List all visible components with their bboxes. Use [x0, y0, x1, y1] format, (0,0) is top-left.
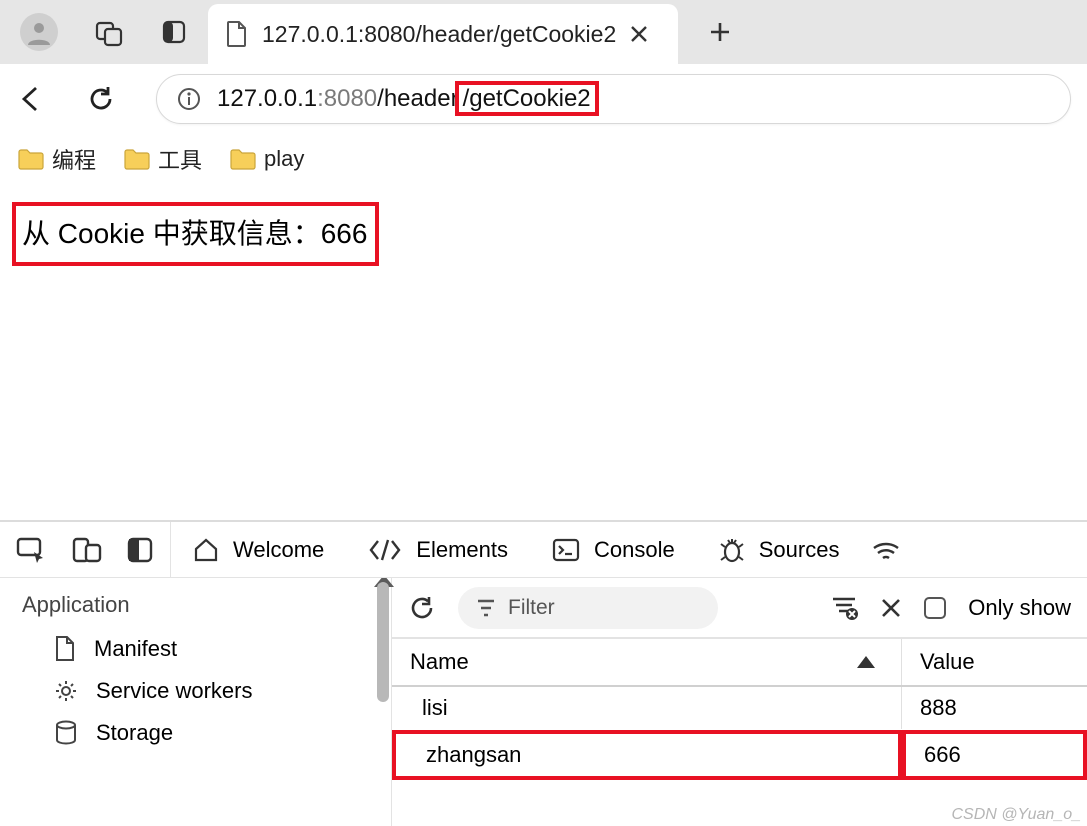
- refresh-cookies-button[interactable]: [408, 594, 436, 622]
- url-port: :8080: [317, 85, 377, 112]
- devtools-tab-welcome[interactable]: Welcome: [171, 522, 346, 577]
- url-path2-highlight: /getCookie2: [455, 81, 599, 116]
- devtools-sidebar: Application Manifest Service workers Sto…: [0, 578, 392, 826]
- tab-label: Console: [594, 537, 675, 563]
- tab-label: Welcome: [233, 537, 324, 563]
- scrollbar-thumb[interactable]: [377, 582, 389, 702]
- console-icon: [552, 538, 580, 562]
- new-tab-area: [678, 0, 1087, 64]
- cookies-toolbar: Filter Only show: [392, 578, 1087, 638]
- browser-titlebar: 127.0.0.1:8080/header/getCookie2: [0, 0, 1087, 64]
- inspect-icon[interactable]: [16, 536, 48, 564]
- devtools-tab-more[interactable]: [861, 522, 923, 577]
- url-text: 127.0.0.1:8080/header/getCookie2: [217, 85, 599, 113]
- table-row[interactable]: lisi 888: [392, 687, 1087, 730]
- bookmark-label: 编程: [52, 143, 96, 175]
- watermark: CSDN @Yuan_o_: [952, 806, 1082, 824]
- th-label: Name: [410, 649, 469, 675]
- sidebar-item-manifest[interactable]: Manifest: [0, 628, 391, 670]
- cell-name: zhangsan: [392, 730, 902, 780]
- only-show-checkbox[interactable]: [924, 597, 946, 619]
- only-show-label: Only show: [968, 595, 1071, 621]
- devtools-tabbar: Welcome Elements Console Sources: [0, 522, 1087, 578]
- toolbar: 127.0.0.1:8080/header/getCookie2: [0, 64, 1087, 134]
- file-icon: [54, 636, 76, 662]
- page-body: 从 Cookie 中获取信息：666: [0, 184, 1087, 284]
- gear-icon: [54, 679, 78, 703]
- cell-name: lisi: [392, 687, 902, 729]
- bookmarks-bar: 编程 工具 play: [0, 134, 1087, 184]
- sidebar-item-label: Manifest: [94, 636, 177, 662]
- new-tab-button[interactable]: [708, 20, 732, 44]
- folder-icon: [124, 148, 150, 170]
- page-icon: [226, 21, 248, 47]
- database-icon: [54, 720, 78, 746]
- bookmark-label: 工具: [158, 143, 202, 175]
- tab-title: 127.0.0.1:8080/header/getCookie2: [262, 21, 616, 48]
- refresh-button[interactable]: [86, 84, 116, 114]
- folder-icon: [18, 148, 44, 170]
- th-value[interactable]: Value: [902, 639, 1087, 685]
- bookmark-label: play: [264, 146, 304, 172]
- cookies-table: Name Value lisi 888 zhangsan 666: [392, 638, 1087, 826]
- url-path1: /header: [377, 85, 458, 112]
- sort-asc-icon: [857, 656, 875, 668]
- devtools-main: Filter Only show Name Value: [392, 578, 1087, 826]
- table-row-highlight[interactable]: zhangsan 666: [392, 730, 1087, 781]
- device-toggle-icon[interactable]: [72, 536, 102, 564]
- devtools-tab-console[interactable]: Console: [530, 522, 697, 577]
- sidebar-item-label: Storage: [96, 720, 173, 746]
- wifi-icon: [871, 538, 901, 562]
- back-button[interactable]: [16, 84, 46, 114]
- tab-label: Elements: [416, 537, 508, 563]
- profile-avatar[interactable]: [20, 13, 58, 51]
- workspaces-icon[interactable]: [94, 17, 124, 47]
- filter-placeholder: Filter: [508, 596, 555, 620]
- cell-value: 666: [902, 730, 1087, 780]
- filter-input[interactable]: Filter: [458, 587, 718, 629]
- devtools-tab-sources[interactable]: Sources: [697, 522, 862, 577]
- person-icon: [26, 19, 52, 45]
- site-info-icon[interactable]: [177, 87, 201, 111]
- bookmark-folder-3[interactable]: play: [230, 146, 304, 172]
- devtools-tab-elements[interactable]: Elements: [346, 522, 530, 577]
- table-header: Name Value: [392, 639, 1087, 687]
- th-name[interactable]: Name: [392, 639, 902, 685]
- bookmark-folder-1[interactable]: 编程: [18, 143, 96, 175]
- sidebar-heading: Application: [0, 578, 391, 628]
- folder-icon: [230, 148, 256, 170]
- home-icon: [193, 537, 219, 563]
- code-icon: [368, 538, 402, 562]
- titlebar-left: [0, 0, 208, 64]
- cell-value: 888: [902, 687, 1087, 729]
- tab-label: Sources: [759, 537, 840, 563]
- url-host: 127.0.0.1: [217, 85, 317, 112]
- cookie-message-highlight: 从 Cookie 中获取信息：666: [12, 202, 379, 266]
- sidebar-item-storage[interactable]: Storage: [0, 712, 391, 754]
- sidebar-item-label: Service workers: [96, 678, 252, 704]
- clear-all-icon[interactable]: [880, 597, 902, 619]
- close-tab-icon[interactable]: [630, 25, 648, 43]
- tab-actions-icon[interactable]: [160, 18, 188, 46]
- filter-icon: [476, 599, 496, 617]
- panel-toggle-icon[interactable]: [126, 536, 154, 564]
- bookmark-folder-2[interactable]: 工具: [124, 143, 202, 175]
- devtools-panel: Welcome Elements Console Sources Applica…: [0, 520, 1087, 826]
- bug-icon: [719, 537, 745, 563]
- browser-tab[interactable]: 127.0.0.1:8080/header/getCookie2: [208, 4, 678, 64]
- clear-filter-icon[interactable]: [830, 596, 858, 620]
- sidebar-item-service-workers[interactable]: Service workers: [0, 670, 391, 712]
- th-label: Value: [920, 649, 975, 674]
- address-bar[interactable]: 127.0.0.1:8080/header/getCookie2: [156, 74, 1071, 124]
